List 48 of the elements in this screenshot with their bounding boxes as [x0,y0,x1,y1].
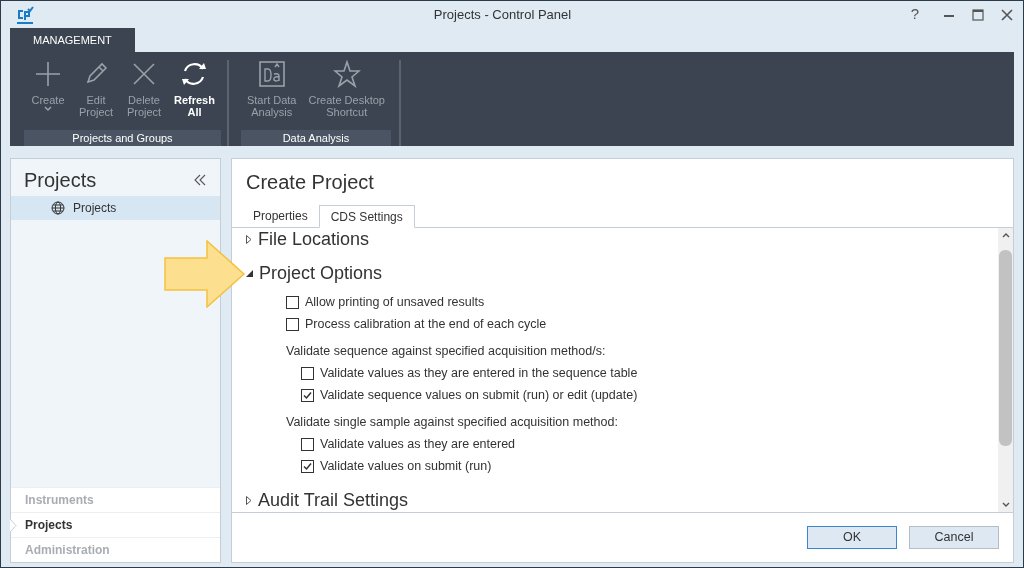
checkbox[interactable] [301,366,314,380]
maximize-icon[interactable] [972,8,984,21]
checkbox-label[interactable]: Validate values on submit (run) [320,456,492,476]
checkbox-label[interactable]: Validate values as they are entered in the sequence table [320,363,638,383]
scroll-up-icon[interactable] [1001,232,1010,238]
checkbox[interactable] [301,388,314,402]
nav-item[interactable]: Projects [11,512,220,537]
analysis-icon [257,60,286,88]
dialog-button[interactable]: Cancel [909,526,999,549]
ribbon-button[interactable]: Refresh All [168,60,221,118]
checkbox[interactable] [286,317,299,331]
group-label: Validate sequence against specified acquisition method/s: [286,342,606,360]
caret-icon [44,106,52,112]
dialog-button[interactable]: OK [807,526,897,549]
scroll-down-icon[interactable] [1001,502,1010,508]
app-logo-icon [16,5,34,24]
checkbox-label[interactable]: Validate values as they are entered [320,434,516,454]
create-icon [34,60,62,88]
ribbon-group-label: Data Analysis [240,130,391,146]
section-title[interactable]: Project Options [259,259,383,287]
section-title[interactable]: Audit Trail Settings [258,486,409,512]
close-icon[interactable] [1001,8,1013,21]
globe-icon [51,201,65,215]
window-title: Projects - Control Panel [432,5,573,24]
checkbox-label[interactable]: Validate sequence values on submit (run) or edit (update) [320,385,638,405]
ribbon-group-label: Projects and Groups [24,130,221,146]
group-label: Validate single sample against specified acquisition method: [286,413,618,431]
scrollbar[interactable] [998,228,1013,512]
checkbox-label[interactable]: Process calibration at the end of each cycle [305,314,547,334]
sidebar-title: Projects [24,168,97,193]
collapsed-icon[interactable] [246,495,252,505]
checkbox[interactable] [286,295,299,309]
checkbox-label[interactable]: Allow printing of unsaved results [305,292,485,312]
help-button[interactable]: ? [901,3,929,26]
tree-item[interactable]: Projects [11,196,220,220]
star-icon [332,60,361,88]
ribbon-tab[interactable]: MANAGEMENT [10,28,135,52]
page-title: Create Project [245,170,375,195]
checkbox[interactable] [301,437,314,451]
collapse-icon[interactable] [193,173,207,187]
checkbox[interactable] [301,459,314,473]
tab[interactable]: CDS Settings [318,205,415,228]
section-title[interactable]: File Locations [258,228,370,253]
pointer-arrow-icon [164,240,246,308]
scroll-thumb[interactable] [999,250,1012,446]
collapsed-icon[interactable] [246,234,252,244]
tab[interactable]: Properties [242,205,319,227]
refresh-icon [180,60,209,88]
